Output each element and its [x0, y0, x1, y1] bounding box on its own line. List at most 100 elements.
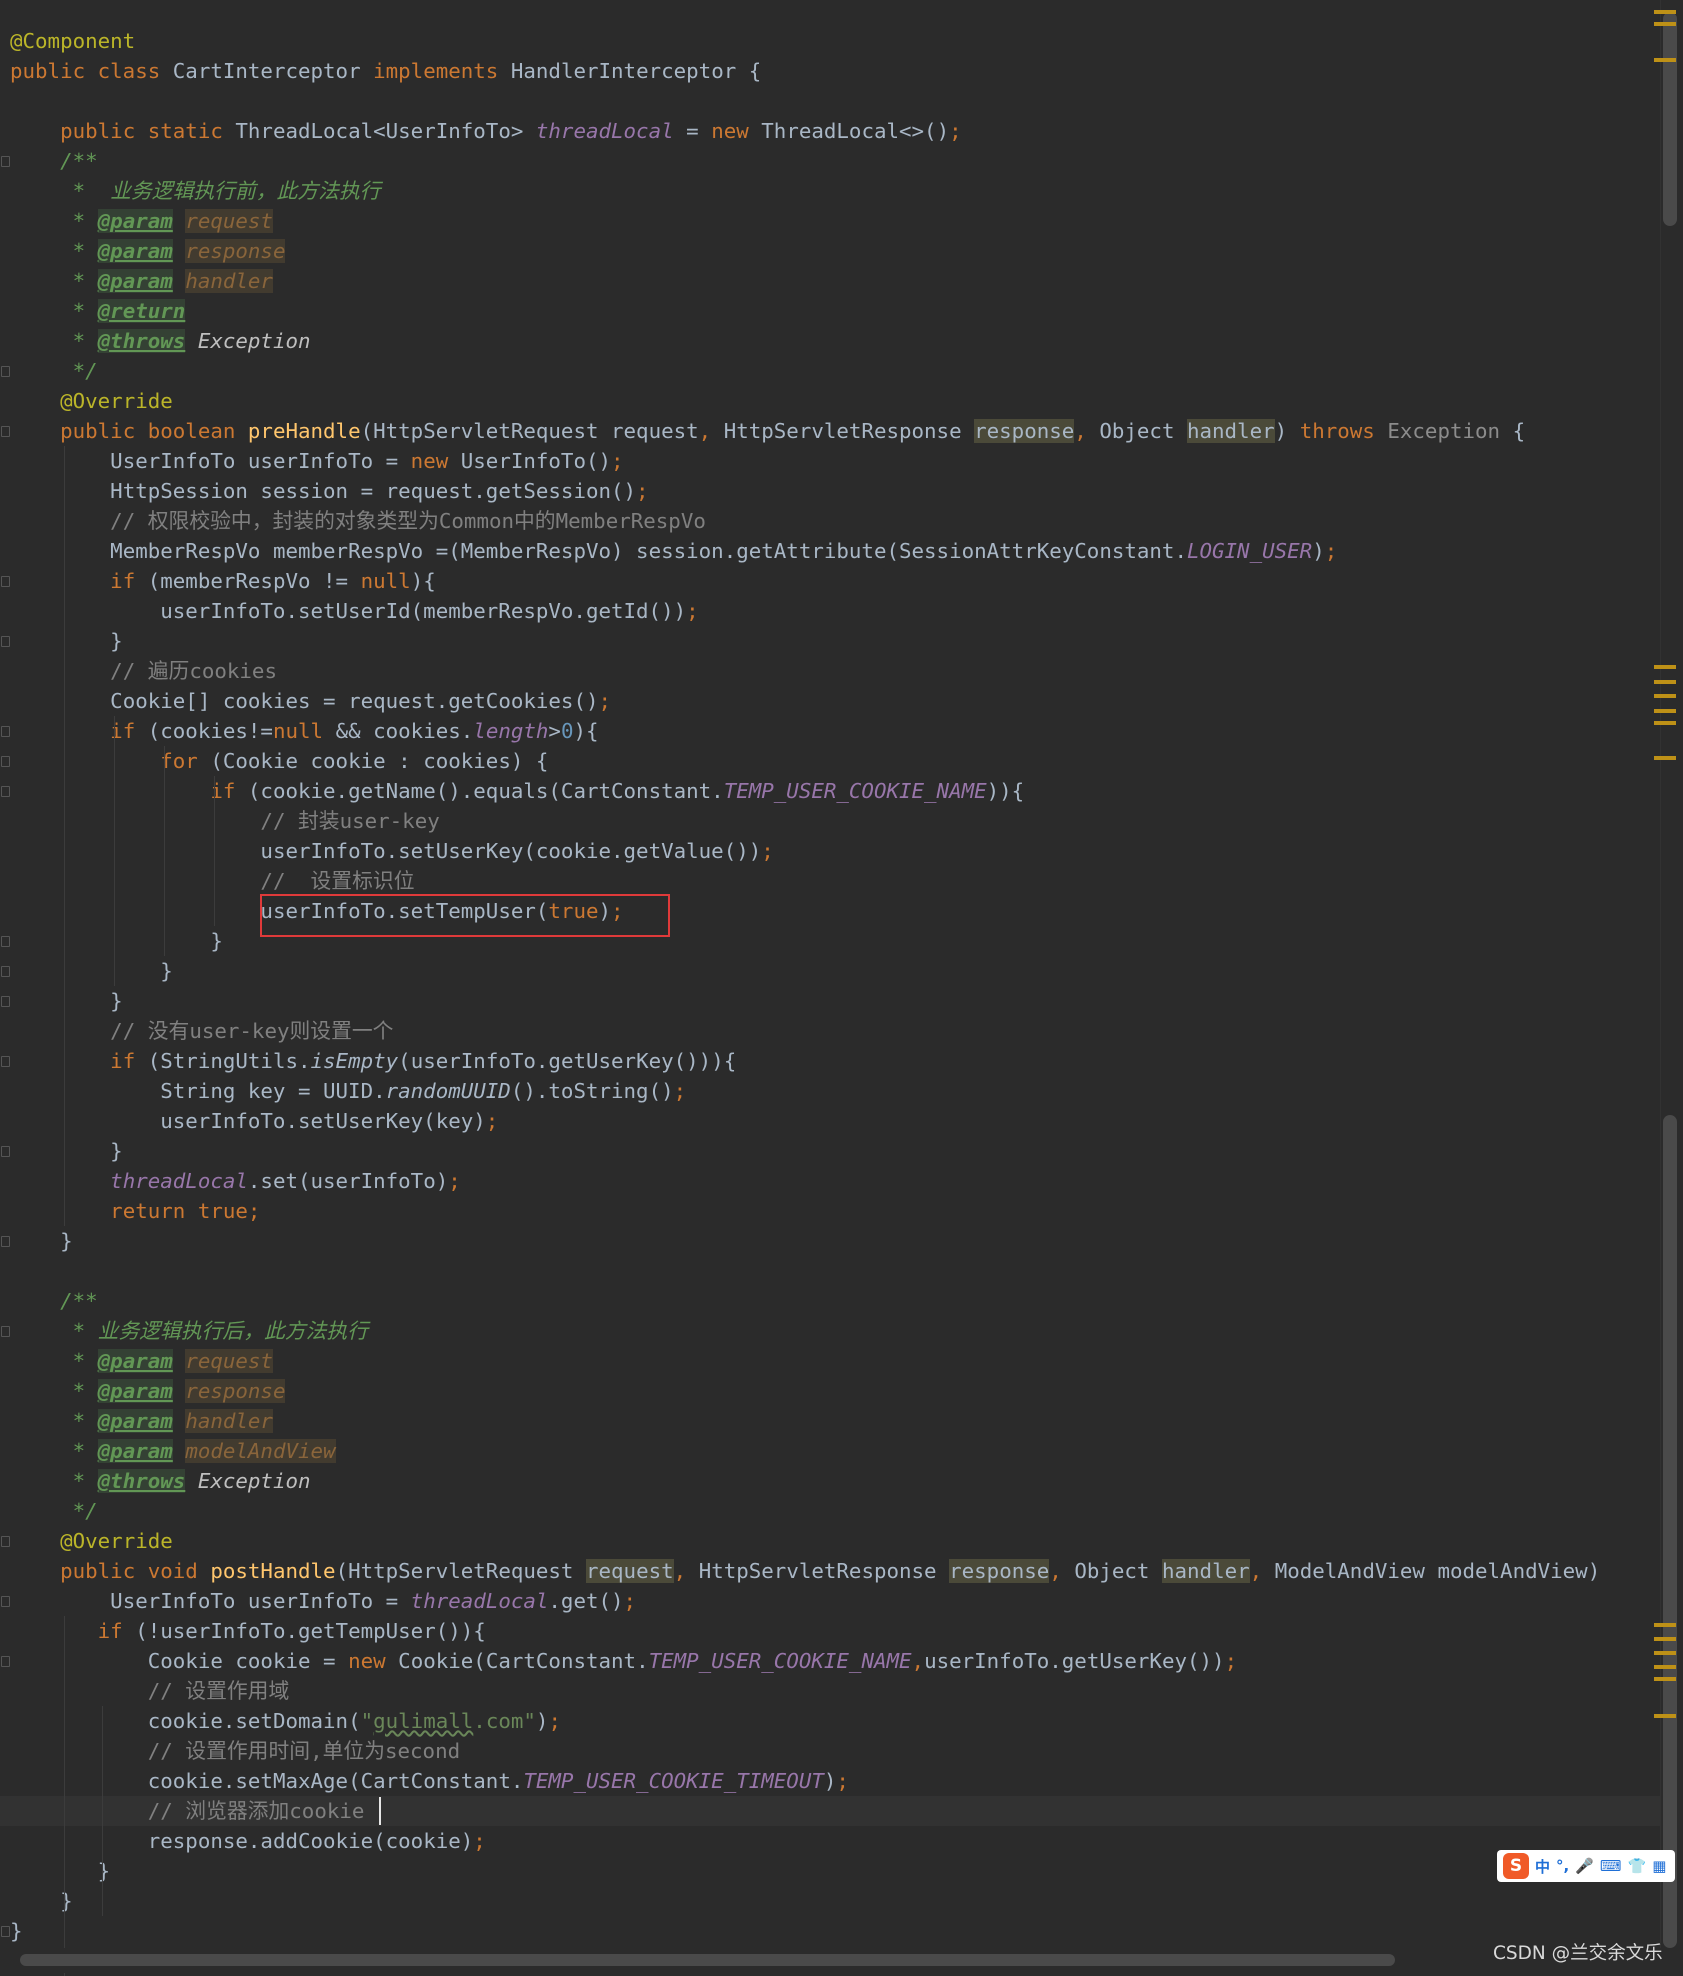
code-line[interactable]: } [0, 1916, 1660, 1946]
error-stripe-marker[interactable] [1654, 58, 1676, 62]
fold-marker-icon[interactable] [1, 996, 10, 1007]
horizontal-scroll-thumb[interactable] [20, 1954, 1395, 1966]
fold-marker-icon[interactable] [1, 1236, 10, 1247]
code-line[interactable]: */ [0, 356, 1660, 386]
ime-toolbar[interactable]: S 中 °, 🎤 ⌨ 👕 ▦ [1497, 1850, 1675, 1882]
code-line[interactable]: UserInfoTo userInfoTo = threadLocal.get(… [0, 1586, 1660, 1616]
error-stripe-marker[interactable] [1654, 709, 1676, 713]
code-line[interactable]: HttpSession session = request.getSession… [0, 476, 1660, 506]
code-line[interactable]: * @throws Exception [0, 326, 1660, 356]
fold-marker-icon[interactable] [1, 966, 10, 977]
code-line[interactable]: } [0, 1886, 1660, 1916]
code-line[interactable]: cookie.setDomain("gulimall.com"); [0, 1706, 1660, 1736]
code-line[interactable]: @Component [0, 26, 1660, 56]
fold-marker-icon[interactable] [1, 156, 10, 167]
fold-marker-icon[interactable] [1, 636, 10, 647]
code-line[interactable]: userInfoTo.setTempUser(true); [0, 896, 1660, 926]
vertical-scroll-thumb-lower[interactable] [1663, 1115, 1677, 1948]
code-line[interactable]: if (memberRespVo != null){ [0, 566, 1660, 596]
code-line[interactable]: return true; [0, 1196, 1660, 1226]
code-line[interactable]: } [0, 956, 1660, 986]
error-stripe-marker[interactable] [1654, 10, 1676, 14]
code-line[interactable]: @Override [0, 386, 1660, 416]
code-line[interactable]: MemberRespVo memberRespVo =(MemberRespVo… [0, 536, 1660, 566]
code-line[interactable]: /** [0, 1286, 1660, 1316]
fold-marker-icon[interactable] [1, 936, 10, 947]
vertical-scroll-thumb[interactable] [1663, 12, 1677, 226]
code-line[interactable]: response.addCookie(cookie); [0, 1826, 1660, 1856]
code-line[interactable]: // 设置作用域 [0, 1676, 1660, 1706]
error-stripe-marker[interactable] [1654, 694, 1676, 698]
code-line[interactable]: public static ThreadLocal<UserInfoTo> th… [0, 116, 1660, 146]
code-line[interactable]: * @throws Exception [0, 1466, 1660, 1496]
error-stripe-marker[interactable] [1654, 756, 1676, 760]
code-line[interactable]: if (!userInfoTo.getTempUser()){ [0, 1616, 1660, 1646]
code-line[interactable]: Cookie[] cookies = request.getCookies(); [0, 686, 1660, 716]
ime-keyboard-icon[interactable]: ⌨ [1600, 1857, 1622, 1875]
error-stripe-marker[interactable] [1654, 665, 1676, 669]
fold-marker-icon[interactable] [1, 1536, 10, 1547]
code-line[interactable]: * @param handler [0, 266, 1660, 296]
ime-microphone-icon[interactable]: 🎤 [1575, 1857, 1594, 1875]
code-line[interactable]: } [0, 1226, 1660, 1256]
sogou-logo-icon[interactable]: S [1503, 1853, 1529, 1879]
error-stripe-marker[interactable] [1654, 1637, 1676, 1641]
code-line[interactable]: * @param request [0, 1346, 1660, 1376]
code-line[interactable]: String key = UUID.randomUUID().toString(… [0, 1076, 1660, 1106]
code-line[interactable]: * @param response [0, 236, 1660, 266]
fold-marker-icon[interactable] [1, 1926, 10, 1937]
error-stripe-marker[interactable] [1654, 22, 1676, 26]
code-editor[interactable]: @Component public class CartInterceptor i… [0, 0, 1660, 1976]
error-stripe-marker[interactable] [1654, 1665, 1676, 1669]
code-line[interactable]: if (StringUtils.isEmpty(userInfoTo.getUs… [0, 1046, 1660, 1076]
fold-marker-icon[interactable] [1, 1146, 10, 1157]
fold-marker-icon[interactable] [1, 1596, 10, 1607]
code-line[interactable]: } [0, 986, 1660, 1016]
code-line[interactable]: // 遍历cookies [0, 656, 1660, 686]
code-line[interactable]: } [0, 626, 1660, 656]
code-line[interactable]: UserInfoTo userInfoTo = new UserInfoTo()… [0, 446, 1660, 476]
code-line[interactable]: // 设置作用时间,单位为second [0, 1736, 1660, 1766]
code-line[interactable]: * 业务逻辑执行后，此方法执行 [0, 1316, 1660, 1346]
ime-skin-icon[interactable]: 👕 [1628, 1857, 1647, 1875]
fold-marker-icon[interactable] [1, 786, 10, 797]
error-stripe-marker[interactable] [1654, 680, 1676, 684]
error-stripe-marker[interactable] [1654, 1623, 1676, 1627]
code-line[interactable]: } [0, 1136, 1660, 1166]
code-line[interactable]: if (cookie.getName().equals(CartConstant… [0, 776, 1660, 806]
fold-marker-icon[interactable] [1, 1656, 10, 1667]
code-line[interactable]: /** [0, 146, 1660, 176]
code-line[interactable]: * 业务逻辑执行前，此方法执行 [0, 176, 1660, 206]
code-line[interactable]: public boolean preHandle(HttpServletRequ… [0, 416, 1660, 446]
fold-marker-icon[interactable] [1, 576, 10, 587]
code-line[interactable]: if (cookies!=null && cookies.length>0){ [0, 716, 1660, 746]
code-line[interactable]: } [0, 1856, 1660, 1886]
code-line[interactable]: // 没有user-key则设置一个 [0, 1016, 1660, 1046]
code-line[interactable]: * @param handler [0, 1406, 1660, 1436]
code-line[interactable]: // 浏览器添加cookie [0, 1796, 1660, 1826]
error-stripe-marker[interactable] [1654, 1714, 1676, 1718]
code-line[interactable] [0, 86, 1660, 116]
error-stripe-marker[interactable] [1654, 721, 1676, 725]
code-line[interactable]: * @param modelAndView [0, 1436, 1660, 1466]
code-line[interactable]: cookie.setMaxAge(CartConstant.TEMP_USER_… [0, 1766, 1660, 1796]
fold-marker-icon[interactable] [1, 756, 10, 767]
code-line[interactable]: } [0, 926, 1660, 956]
code-line[interactable]: userInfoTo.setUserKey(key); [0, 1106, 1660, 1136]
code-line[interactable]: Cookie cookie = new Cookie(CartConstant.… [0, 1646, 1660, 1676]
code-line[interactable]: @Override [0, 1526, 1660, 1556]
code-line[interactable]: userInfoTo.setUserKey(cookie.getValue())… [0, 836, 1660, 866]
fold-marker-icon[interactable] [1, 726, 10, 737]
ime-punctuation-icon[interactable]: °, [1556, 1857, 1569, 1875]
code-line[interactable]: public void postHandle(HttpServletReques… [0, 1556, 1660, 1586]
error-stripe-marker[interactable] [1654, 1651, 1676, 1655]
code-line[interactable]: public class CartInterceptor implements … [0, 56, 1660, 86]
fold-marker-icon[interactable] [1, 366, 10, 377]
code-line[interactable]: threadLocal.set(userInfoTo); [0, 1166, 1660, 1196]
code-line[interactable]: * @param response [0, 1376, 1660, 1406]
code-line[interactable]: * @return [0, 296, 1660, 326]
code-line[interactable]: userInfoTo.setUserId(memberRespVo.getId(… [0, 596, 1660, 626]
fold-marker-icon[interactable] [1, 1326, 10, 1337]
ime-chinese-mode[interactable]: 中 [1535, 1856, 1550, 1877]
code-line[interactable]: // 设置标识位 [0, 866, 1660, 896]
